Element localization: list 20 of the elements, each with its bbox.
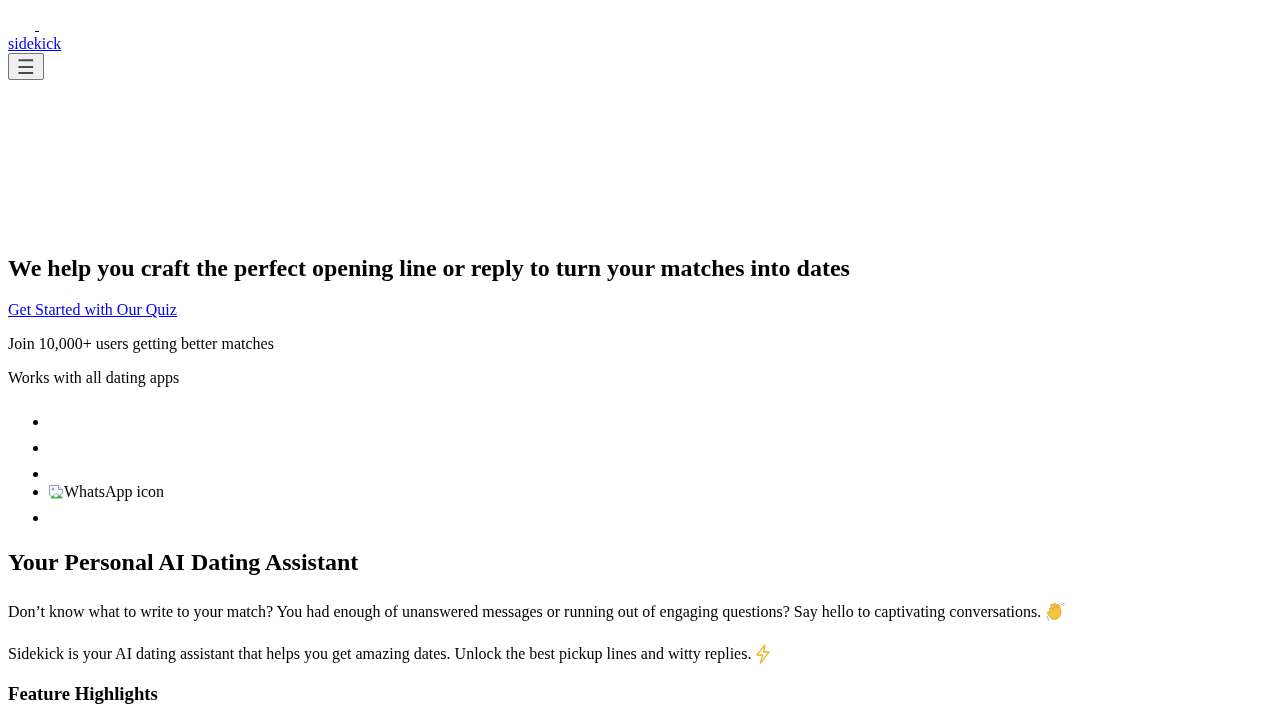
waving-hand-icon xyxy=(1045,601,1067,622)
section-heading: Your Personal AI Dating Assistant xyxy=(8,548,359,576)
bullet-icon xyxy=(33,471,38,477)
quiz-link[interactable]: Get Started with Our Quiz xyxy=(8,301,177,319)
logo-link[interactable]: sidekick xyxy=(8,35,62,53)
menu-button[interactable]: ☰ xyxy=(8,53,44,80)
bullet-icon xyxy=(33,489,38,495)
bullet-icon xyxy=(33,445,38,451)
image-alt-text: WhatsApp icon xyxy=(64,483,164,501)
lightning-icon xyxy=(755,644,772,664)
apps-note: Works with all dating apps xyxy=(8,369,180,387)
hero-heading: We help you craft the perfect opening line or reply to turn your matches into dates xyxy=(8,254,850,282)
intro-paragraph: Don’t know what to write to your match? You had enough of unanswered messages or running out of engaging questions? Say hello to captivating conversations. xyxy=(8,602,1042,621)
intro-paragraph: Sidekick is your AI dating assistant that helps you get amazing dates. Unlock the best pickup lines and witty replies. xyxy=(8,645,752,663)
bullet-icon xyxy=(33,419,38,425)
users-note: Join 10,000+ users getting better matches xyxy=(8,335,274,353)
link-underline xyxy=(35,31,39,32)
bullet-icon xyxy=(33,515,38,521)
broken-image-icon xyxy=(48,484,64,500)
subheading: Feature Highlights xyxy=(8,683,158,704)
